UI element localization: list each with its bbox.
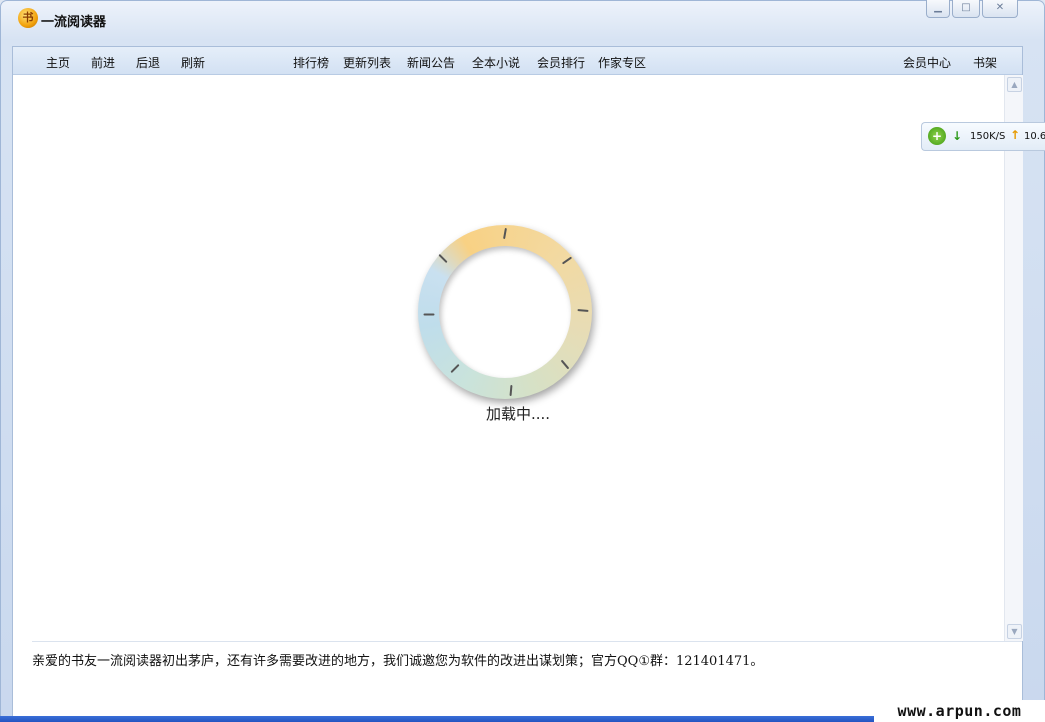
spinner-tick [450,363,460,374]
maximize-button[interactable]: □ [952,0,980,18]
spinner-tick [560,359,570,370]
client-area: 主页 前进 后退 刷新 排行榜 更新列表 新闻公告 全本小说 会员排行 作家专区… [12,46,1023,722]
main-content: 加载中.... [32,75,1004,641]
nav-update-list[interactable]: 更新列表 [343,54,391,71]
nav-forward[interactable]: 前进 [91,54,115,71]
speed-monitor-widget[interactable]: + ↓ 150K/S ↑ 10.6 [921,122,1045,151]
nav-complete-novels[interactable]: 全本小说 [472,54,520,71]
spinner-tick [561,256,573,265]
upload-arrow-icon: ↑ [1010,128,1021,142]
window-title: 一流阅读器 [41,15,107,30]
spinner-tick [423,313,435,316]
scroll-up-icon[interactable]: ▲ [1007,77,1022,92]
nav-back[interactable]: 后退 [136,54,160,71]
nav-home[interactable]: 主页 [46,54,70,71]
notice-text: 亲爱的书友一流阅读器初出茅庐，还有许多需要改进的地方，我们诚邀您为软件的改进出谋… [32,654,764,669]
minimize-button[interactable]: ▁ [926,0,950,18]
app-window: 书 一流阅读器 ▁ □ ✕ 主页 前进 后退 刷新 排行榜 更新列表 新闻公告 … [0,0,1045,722]
plus-circle-icon[interactable]: + [928,127,946,145]
title-bar[interactable]: 书 一流阅读器 ▁ □ ✕ [0,0,1045,38]
nav-refresh[interactable]: 刷新 [181,54,205,71]
nav-member-center[interactable]: 会员中心 [903,54,951,71]
spinner-tick [509,384,513,397]
nav-news[interactable]: 新闻公告 [407,54,455,71]
vertical-scrollbar[interactable]: ▲ ▼ [1004,75,1023,641]
upload-speed: 10.6 [1024,131,1045,142]
app-logo-icon: 书 [18,8,38,28]
loading-spinner-icon [418,225,592,399]
spinner-tick [438,253,448,264]
download-arrow-icon: ↓ [952,129,963,143]
nav-author-zone[interactable]: 作家专区 [598,54,646,71]
nav-bookshelf[interactable]: 书架 [973,54,997,71]
spinner-tick [577,309,589,312]
loading-text: 加载中.... [485,405,551,423]
download-speed: 150K/S [970,131,1006,142]
close-button[interactable]: ✕ [982,0,1018,18]
scroll-down-icon[interactable]: ▼ [1007,624,1022,639]
watermark: www.arpun.com [874,700,1045,722]
nav-bar: 主页 前进 后退 刷新 排行榜 更新列表 新闻公告 全本小说 会员排行 作家专区… [13,47,1022,75]
taskbar [0,716,874,722]
nav-rankings[interactable]: 排行榜 [293,54,329,71]
nav-member-rankings[interactable]: 会员排行 [537,54,585,71]
spinner-tick [503,227,507,240]
